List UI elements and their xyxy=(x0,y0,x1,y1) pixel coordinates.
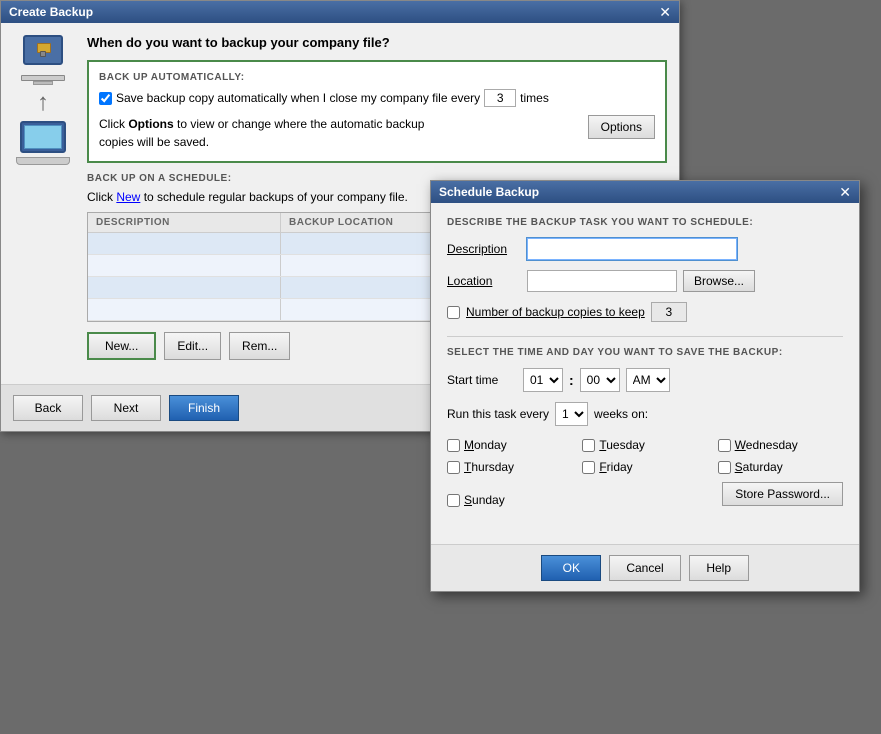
backup-icon-top xyxy=(17,35,69,85)
weeks-on-label: weeks on: xyxy=(594,407,648,421)
wednesday-label: Wednesday xyxy=(735,438,798,452)
edit-button[interactable]: Edit... xyxy=(164,332,221,360)
saturday-checkbox[interactable] xyxy=(718,461,731,474)
thursday-checkbox-row: Thursday xyxy=(447,460,572,474)
saturday-checkbox-row: Saturday xyxy=(718,460,843,474)
friday-checkbox-row: Friday xyxy=(582,460,707,474)
start-time-label: Start time xyxy=(447,373,517,387)
auto-backup-label: BACK UP AUTOMATICALLY: xyxy=(99,72,655,83)
ok-button[interactable]: OK xyxy=(541,555,601,581)
friday-label: Friday xyxy=(599,460,632,474)
copies-row: Number of backup copies to keep xyxy=(447,302,843,322)
time-colon: : xyxy=(569,372,574,388)
minute-select[interactable]: 00153045 xyxy=(580,368,620,392)
options-description: Click Options to view or change where th… xyxy=(99,115,449,151)
thursday-label: Thursday xyxy=(464,460,514,474)
options-button[interactable]: Options xyxy=(588,115,655,139)
sunday-label: Sunday xyxy=(464,493,505,507)
auto-backup-section: BACK UP AUTOMATICALLY: Save backup copy … xyxy=(87,60,667,163)
create-backup-title: Create Backup xyxy=(9,5,93,19)
create-backup-titlebar: Create Backup ✕ xyxy=(1,1,679,23)
location-label: Location xyxy=(447,274,527,288)
auto-backup-checkbox[interactable] xyxy=(99,92,112,105)
hour-select[interactable]: 01020304 05060708 09101112 xyxy=(523,368,563,392)
col-description: DESCRIPTION xyxy=(88,213,281,232)
copies-input[interactable] xyxy=(651,302,687,322)
copies-checkbox[interactable] xyxy=(447,306,460,319)
monday-label: Monday xyxy=(464,438,507,452)
description-input[interactable] xyxy=(527,238,737,260)
week-select[interactable]: 1234 xyxy=(555,402,588,426)
laptop-icon xyxy=(16,121,70,165)
time-section-label: SELECT THE TIME AND DAY YOU WANT TO SAVE… xyxy=(447,347,843,358)
friday-checkbox[interactable] xyxy=(582,461,595,474)
wednesday-checkbox[interactable] xyxy=(718,439,731,452)
describe-section-label: DESCRIBE THE BACKUP TASK YOU WANT TO SCH… xyxy=(447,217,843,228)
remove-button[interactable]: Rem... xyxy=(229,332,290,360)
description-row: Description xyxy=(447,238,843,260)
next-button[interactable]: Next xyxy=(91,395,161,421)
times-label: times xyxy=(520,91,549,105)
backup-times-input[interactable] xyxy=(484,89,516,107)
schedule-backup-titlebar: Schedule Backup ✕ xyxy=(431,181,859,203)
monday-checkbox-row: Monday xyxy=(447,438,572,452)
schedule-backup-window: Schedule Backup ✕ DESCRIBE THE BACKUP TA… xyxy=(430,180,860,592)
wednesday-checkbox-row: Wednesday xyxy=(718,438,843,452)
back-button[interactable]: Back xyxy=(13,395,83,421)
monday-checkbox[interactable] xyxy=(447,439,460,452)
days-grid: Monday Tuesday Wednesday Thursday Friday… xyxy=(447,438,843,518)
sunday-checkbox-row: Sunday xyxy=(447,482,572,518)
tuesday-checkbox[interactable] xyxy=(582,439,595,452)
schedule-backup-close-button[interactable]: ✕ xyxy=(839,185,851,199)
new-button[interactable]: New... xyxy=(87,332,156,360)
cancel-button[interactable]: Cancel xyxy=(609,555,680,581)
sunday-checkbox[interactable] xyxy=(447,494,460,507)
auto-backup-checkbox-label: Save backup copy automatically when I cl… xyxy=(116,91,480,105)
create-backup-close-button[interactable]: ✕ xyxy=(659,5,671,19)
arrow-down-icon: ↑ xyxy=(37,91,49,115)
backup-question: When do you want to backup your company … xyxy=(87,35,667,50)
tuesday-label: Tuesday xyxy=(599,438,645,452)
start-time-row: Start time 01020304 05060708 09101112 : … xyxy=(447,368,843,392)
copies-label: Number of backup copies to keep xyxy=(466,305,645,319)
help-button[interactable]: Help xyxy=(689,555,749,581)
ampm-select[interactable]: AMPM xyxy=(626,368,670,392)
run-task-row: Run this task every 1234 weeks on: xyxy=(447,402,843,426)
thursday-checkbox[interactable] xyxy=(447,461,460,474)
description-label: Description xyxy=(447,242,527,256)
run-task-label: Run this task every xyxy=(447,407,549,421)
tuesday-checkbox-row: Tuesday xyxy=(582,438,707,452)
browse-button[interactable]: Browse... xyxy=(683,270,755,292)
location-input[interactable] xyxy=(527,270,677,292)
saturday-label: Saturday xyxy=(735,460,783,474)
new-link[interactable]: New xyxy=(116,190,140,204)
schedule-backup-footer: OK Cancel Help xyxy=(431,544,859,591)
schedule-backup-title: Schedule Backup xyxy=(439,185,539,199)
store-password-container: Store Password... xyxy=(718,482,843,506)
store-password-button[interactable]: Store Password... xyxy=(722,482,843,506)
finish-button[interactable]: Finish xyxy=(169,395,239,421)
section-divider xyxy=(447,336,843,337)
location-row: Location Browse... xyxy=(447,270,843,292)
